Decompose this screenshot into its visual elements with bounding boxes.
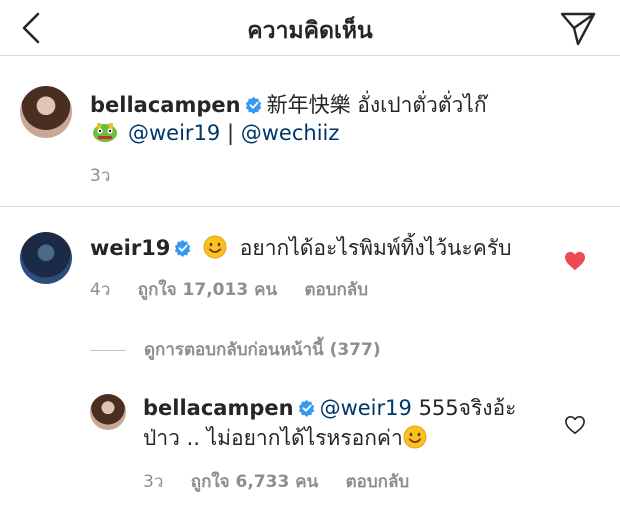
post-caption: bellacampen 新年快樂 อั่งเปาตั่วตั่วไก๊ @wei… (0, 57, 620, 207)
reply-text-line-1: bellacampen @weir19 555จริงอ้ะ (143, 394, 516, 422)
like-count[interactable]: ถูกใจ 17,013 คน (138, 280, 277, 300)
timestamp: 3ว (90, 166, 111, 186)
view-previous-replies[interactable]: ดูการตอบกลับก่อนหน้านี้ (377) (90, 336, 381, 363)
verified-badge-icon (175, 239, 191, 257)
reply-username[interactable]: bellacampen (143, 396, 294, 420)
like-count[interactable]: ถูกใจ 6,733 คน (191, 472, 318, 492)
reply-text-line-2: ป่าว .. ไม่อยากได้ไรหรอกค่า (143, 424, 427, 452)
paper-plane-icon[interactable] (558, 8, 598, 48)
top-bar: ความคิดเห็น (0, 0, 620, 56)
reply-text: 555จริงอ้ะ (418, 396, 517, 420)
avatar[interactable] (20, 86, 72, 138)
caption-text: 新年快樂 อั่งเปาตั่วตั่วไก๊ (266, 93, 487, 117)
caption-meta: 3ว (90, 162, 132, 189)
dragon-emoji (93, 123, 117, 142)
smiling-face-emoji (403, 425, 427, 449)
avatar[interactable] (90, 394, 126, 430)
verified-badge-icon (245, 96, 261, 114)
comment-username[interactable]: weir19 (90, 236, 170, 260)
heart-filled-icon[interactable] (564, 251, 586, 271)
mention-link[interactable]: @weir19 (128, 121, 220, 145)
comment-meta: 4ว ถูกใจ 17,013 คน ตอบกลับ (90, 276, 390, 303)
divider (90, 349, 126, 351)
mention-link[interactable]: @weir19 (320, 396, 412, 420)
reply-text: ป่าว .. ไม่อยากได้ไรหรอกค่า (143, 426, 403, 450)
heart-outline-icon[interactable] (564, 415, 586, 435)
reply-button[interactable]: ตอบกลับ (346, 472, 410, 492)
comment-text: อยากได้อะไรพิมพ์ทิ้งไว้นะครับ (239, 236, 512, 260)
timestamp: 4ว (90, 280, 111, 300)
view-previous-replies-label: ดูการตอบกลับก่อนหน้านี้ (377) (144, 340, 381, 360)
caption-username[interactable]: bellacampen (90, 93, 241, 117)
mention-separator: | (226, 121, 235, 145)
page-title: ความคิดเห็น (247, 18, 373, 44)
mention-link[interactable]: @wechiiz (241, 121, 340, 145)
reply-meta: 3ว ถูกใจ 6,733 คน ตอบกลับ (143, 468, 431, 495)
smiling-face-emoji (203, 235, 227, 259)
avatar[interactable] (20, 232, 72, 284)
caption-line-2: @weir19 | @wechiiz (90, 119, 339, 147)
verified-badge-icon (298, 399, 314, 417)
comment-text-line: weir19 อยากได้อะไรพิมพ์ทิ้งไว้นะครับ (90, 234, 511, 262)
reply-button[interactable]: ตอบกลับ (304, 280, 368, 300)
timestamp: 3ว (143, 472, 164, 492)
caption-line-1: bellacampen 新年快樂 อั่งเปาตั่วตั่วไก๊ (90, 91, 487, 119)
